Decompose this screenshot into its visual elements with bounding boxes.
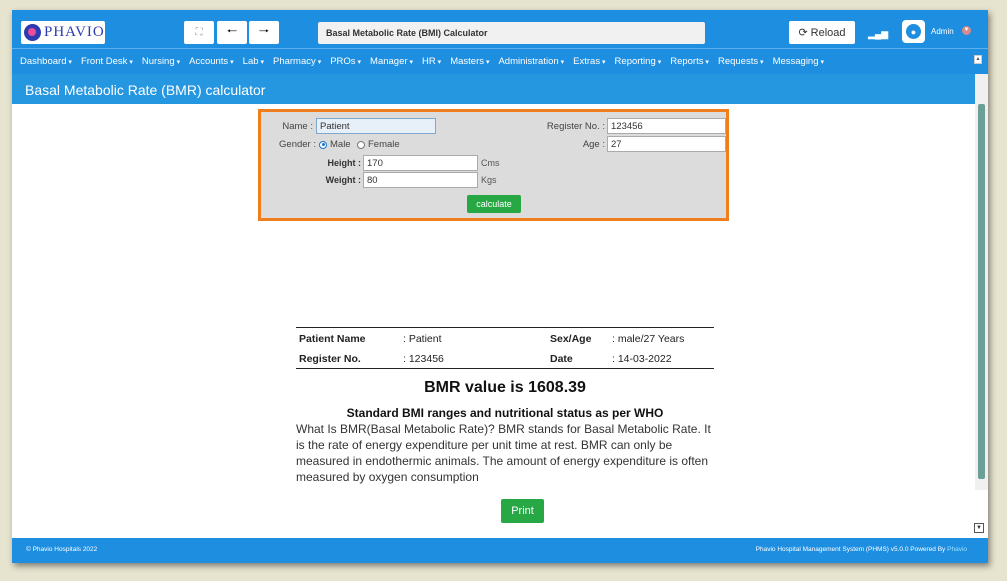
footer: © Phavio Hospitals 2022 Phavio Hospital … (12, 538, 988, 563)
chevron-down-icon[interactable]: ▼ (962, 26, 971, 35)
menu-item-requests[interactable]: Requests (718, 56, 764, 67)
ranges-title: Standard BMI ranges and nutritional stat… (346, 406, 664, 420)
age-input[interactable]: 27 (607, 136, 726, 152)
date-label: Date (550, 353, 573, 365)
footer-credits: Phavio Hospital Management System (PHMS)… (756, 546, 967, 553)
main-menu: Dashboard Front Desk Nursing Accounts Lab Pha… (12, 48, 988, 74)
register-no-label: Register No. (299, 353, 361, 365)
menu-item-lab[interactable]: Lab (243, 56, 264, 67)
gender-male-radio[interactable]: Male (319, 139, 351, 150)
footer-copyright: © Phavio Hospitals 2022 (26, 546, 98, 553)
fullscreen-button[interactable]: ⛶ (184, 21, 214, 44)
calculate-button[interactable]: calculate (467, 195, 521, 213)
register-label: Register No. : (546, 121, 605, 132)
footer-system-text: Phavio Hospital Management System (PHMS)… (755, 546, 946, 553)
scrollbar-thumb[interactable] (978, 104, 985, 479)
arrow-left-icon: 🠐 (226, 24, 238, 38)
patient-name-value: : Patient (403, 333, 442, 345)
radio-unchecked-icon (357, 140, 365, 149)
refresh-icon: ⟳ (798, 27, 808, 39)
gender-female-radio[interactable]: Female (357, 139, 400, 150)
name-label: Name : (282, 121, 313, 132)
weight-label: Weight : (325, 175, 361, 185)
menu-items: Dashboard Front Desk Nursing Accounts Lab Pha… (20, 56, 824, 67)
print-button[interactable]: Print (501, 499, 544, 523)
patient-info-table: Patient Name : Patient Sex/Age : male/27… (296, 327, 714, 369)
menu-item-hr[interactable]: HR (422, 56, 441, 67)
sex-age-value: : male/27 Years (612, 333, 685, 345)
avatar[interactable]: ● (902, 20, 925, 43)
collapse-icon[interactable]: ▴ (974, 55, 982, 64)
forward-button[interactable]: 🠒 (249, 21, 279, 44)
expand-icon: ⛶ (195, 27, 203, 38)
weight-input[interactable]: 80 (363, 172, 478, 188)
height-label: Height : (327, 158, 362, 168)
page-header: Basal Metabolic Rate (BMR) calculator (12, 74, 975, 104)
menu-item-administration[interactable]: Administration (498, 56, 564, 67)
menu-item-reports[interactable]: Reports (670, 56, 709, 67)
scroll-down-icon[interactable]: ▼ (974, 523, 984, 533)
menu-item-nursing[interactable]: Nursing (142, 56, 180, 67)
age-label: Age : (582, 139, 605, 150)
menu-item-front-desk[interactable]: Front Desk (81, 56, 133, 67)
register-input[interactable]: 123456 (607, 118, 726, 134)
arrow-right-icon: 🠒 (258, 24, 270, 38)
reload-label: Reload (810, 26, 846, 39)
radio-checked-icon (319, 140, 327, 149)
name-input[interactable]: Patient (316, 118, 436, 134)
logo[interactable]: PHAVIO (21, 21, 105, 44)
gender-label: Gender : (279, 139, 316, 150)
logo-text: PHAVIO (44, 24, 105, 40)
menu-item-manager[interactable]: Manager (370, 56, 413, 67)
menu-item-pharmacy[interactable]: Pharmacy (273, 56, 321, 67)
signal-icon: ▂▄▆ (868, 29, 889, 39)
bmr-result: BMR value is 1608.39 (424, 379, 586, 396)
footer-brand-link[interactable]: Phavio (947, 546, 967, 553)
reload-button[interactable]: ⟳ Reload (789, 21, 855, 44)
weight-unit: Kgs (481, 175, 497, 185)
logo-icon (24, 24, 41, 41)
page-heading: Basal Metabolic Rate (BMR) calculator (25, 82, 266, 98)
register-no-value: : 123456 (403, 353, 444, 365)
gender-female-label: Female (368, 139, 400, 150)
menu-item-dashboard[interactable]: Dashboard (20, 56, 72, 67)
bmr-form: Name : Patient Register No. : 123456 Gen… (258, 109, 729, 221)
app-window: PHAVIO ⛶ 🠐 🠒 Basal Metabolic Rate (BMI) … (12, 10, 988, 563)
height-unit: Cms (481, 158, 500, 168)
bmr-description: What Is BMR(Basal Metabolic Rate)? BMR s… (296, 422, 711, 484)
back-button[interactable]: 🠐 (217, 21, 247, 44)
menu-item-messaging[interactable]: Messaging (773, 56, 824, 67)
menu-item-masters[interactable]: Masters (450, 56, 489, 67)
date-value: : 14-03-2022 (612, 353, 672, 365)
page-title-box: Basal Metabolic Rate (BMI) Calculator (318, 22, 705, 44)
user-name[interactable]: Admin (931, 27, 954, 36)
patient-name-label: Patient Name (299, 333, 366, 345)
menu-item-extras[interactable]: Extras (573, 56, 605, 67)
height-input[interactable]: 170 (363, 155, 478, 171)
menu-item-pros[interactable]: PROs (330, 56, 361, 67)
top-bar: PHAVIO ⛶ 🠐 🠒 Basal Metabolic Rate (BMI) … (12, 10, 988, 48)
menu-item-reporting[interactable]: Reporting (615, 56, 662, 67)
menu-item-accounts[interactable]: Accounts (189, 56, 234, 67)
scrollbar[interactable] (975, 74, 988, 490)
gender-male-label: Male (330, 139, 351, 150)
user-icon: ● (906, 24, 921, 39)
sex-age-label: Sex/Age (550, 333, 592, 345)
